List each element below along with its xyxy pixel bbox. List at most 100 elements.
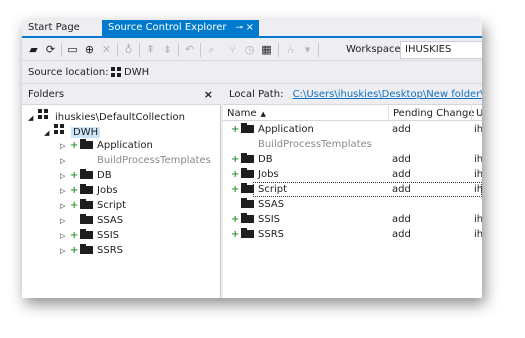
workspace-dropdown[interactable]: IHUSKIES (400, 41, 482, 59)
tree-node-collection[interactable]: ◢ ihuskies\DefaultCollection (28, 109, 185, 123)
pending-add-icon: + (70, 140, 79, 151)
toolbar-separator (178, 43, 179, 57)
annotate-icon[interactable]: ▦ (259, 42, 274, 57)
tab-source-control-explorer-label: Source Control Explorer (108, 22, 227, 33)
sort-ascending-icon: ▲ (260, 110, 266, 118)
tab-source-control-explorer[interactable]: Source Control Explorer ⊸ × (102, 20, 259, 36)
item-user: ih (474, 169, 482, 180)
list-item-selected[interactable]: + Script add ih (223, 182, 482, 197)
refresh-icon[interactable]: ⟳ (43, 42, 58, 57)
item-user: ih (474, 229, 482, 240)
tree-node-application[interactable]: ▷ + Application (60, 139, 153, 153)
tree-node-label: Application (97, 140, 153, 151)
item-name: Script (258, 184, 288, 195)
tree-node-db[interactable]: ▷ + DB (60, 169, 112, 183)
check-in-icon[interactable]: ⇟ (160, 42, 175, 57)
folder-icon (241, 123, 254, 133)
tree-node-label: Script (97, 200, 127, 211)
item-pending-change: add (392, 124, 411, 135)
tree-node-ssrs[interactable]: ▷ + SSRS (60, 244, 123, 258)
branch-icon[interactable]: ⑂ (225, 42, 240, 57)
tree-node-label: DWH (71, 127, 101, 138)
folder-icon (80, 184, 93, 194)
collapsed-arrow-icon[interactable]: ▷ (60, 229, 70, 243)
item-name: Jobs (258, 169, 279, 180)
column-header-pending-change[interactable]: Pending Change (388, 106, 474, 121)
collapsed-arrow-icon[interactable]: ▷ (60, 244, 70, 258)
collapsed-arrow-icon[interactable]: ▷ (60, 169, 70, 183)
tree-node-label: SSIS (97, 230, 119, 241)
undo-icon[interactable]: ↶ (182, 42, 197, 57)
add-items-icon[interactable]: ⊕ (82, 42, 97, 57)
local-path-link[interactable]: C:\Users\ihuskies\Desktop\New folder\DWH (293, 89, 482, 100)
item-pending-change: add (392, 154, 411, 165)
compare-icon[interactable]: ⌕ (204, 42, 219, 57)
list-item[interactable]: SSAS (223, 197, 482, 212)
toolbar-separator (200, 43, 201, 57)
check-out-icon[interactable]: ♁ (121, 42, 136, 57)
pending-add-icon: + (231, 154, 240, 165)
column-header-name[interactable]: Name ▲ (223, 106, 388, 121)
delete-icon[interactable]: ✕ (99, 42, 114, 57)
folder-icon (80, 199, 93, 209)
list-item[interactable]: + SSIS add ih (223, 212, 482, 227)
item-pending-change: add (392, 184, 411, 195)
tree-node-dwh[interactable]: ◢ DWH (44, 124, 101, 140)
list-item[interactable]: BuildProcessTemplates (223, 137, 482, 152)
new-folder-icon[interactable]: ▭ (65, 42, 80, 57)
folder-icon (241, 198, 254, 208)
item-user: ih (474, 124, 482, 135)
tree-node-label: SSRS (97, 245, 123, 256)
pending-add-icon: + (70, 170, 79, 181)
expanded-arrow-icon[interactable]: ◢ (28, 111, 38, 125)
tree-node-ssas[interactable]: ▷+SSAS (60, 214, 123, 228)
column-header-name-label: Name (227, 108, 257, 119)
tree-node-ssis[interactable]: ▷ + SSIS (60, 229, 119, 243)
folder-icon (80, 244, 93, 254)
tab-start-page[interactable]: Start Page (22, 20, 102, 36)
collapsed-arrow-icon[interactable]: ▷ (60, 184, 70, 198)
collapsed-arrow-icon[interactable]: ▷ (60, 139, 70, 153)
source-location-label: Source location: (28, 67, 109, 78)
folder-icon (241, 183, 254, 193)
collapsed-arrow-icon[interactable]: ▷ (60, 199, 70, 213)
pin-icon[interactable]: ⊸ (235, 20, 243, 36)
list-item[interactable]: + Jobs add ih (223, 167, 482, 182)
tree-node-label: Jobs (97, 185, 118, 196)
item-pending-change: add (392, 214, 411, 225)
item-user: ih (474, 154, 482, 165)
workspace-label: Workspace: (346, 44, 405, 55)
toolbar: ▰ ⟳ ▭ ⊕ ✕ ♁ ⇞ ⇟ ↶ ⌕ ⑂ ◷ ▦ ⑃ ▾ Workspace:… (22, 39, 482, 61)
item-name: DB (258, 154, 273, 165)
list-item[interactable]: + SSRS add ih (223, 227, 482, 242)
tree-node-script[interactable]: ▷ + Script (60, 199, 126, 213)
tree-node-label: DB (97, 170, 112, 181)
tree-node-jobs[interactable]: ▷ + Jobs (60, 184, 118, 198)
folders-panel-title: Folders (28, 89, 65, 100)
folder-icon (241, 153, 254, 163)
get-latest-icon[interactable]: ⇞ (143, 42, 158, 57)
toolbar-separator (139, 43, 140, 57)
dropdown-chevron-icon[interactable]: ▾ (300, 42, 315, 57)
collapsed-arrow-icon[interactable]: ▷ (60, 154, 70, 168)
merge-icon[interactable]: ⑃ (283, 42, 298, 57)
tree-node-buildprocesstemplates[interactable]: ▷+BuildProcessTemplates (60, 154, 211, 168)
item-name: Application (258, 124, 314, 135)
expanded-arrow-icon[interactable]: ◢ (44, 126, 54, 140)
history-icon[interactable]: ◷ (242, 42, 257, 57)
folder-icon (241, 213, 254, 223)
source-location-value[interactable]: DWH (124, 62, 149, 84)
close-panel-icon[interactable]: × (204, 85, 213, 105)
folders-panel: Folders × ◢ ihuskies\DefaultCollection ◢… (22, 85, 221, 298)
pending-add-icon: + (231, 229, 240, 240)
item-name: SSAS (258, 199, 285, 210)
open-folder-icon[interactable]: ▰ (26, 42, 41, 57)
list-item[interactable]: + DB add ih (223, 152, 482, 167)
close-tab-icon[interactable]: × (246, 20, 254, 36)
pending-add-icon: + (231, 124, 240, 135)
list-item[interactable]: + Application add ih (223, 122, 482, 137)
pending-add-icon: + (70, 245, 79, 256)
focus-rectangle (253, 182, 482, 197)
collapsed-arrow-icon[interactable]: ▷ (60, 214, 70, 228)
column-header-user[interactable]: Us (471, 106, 482, 121)
